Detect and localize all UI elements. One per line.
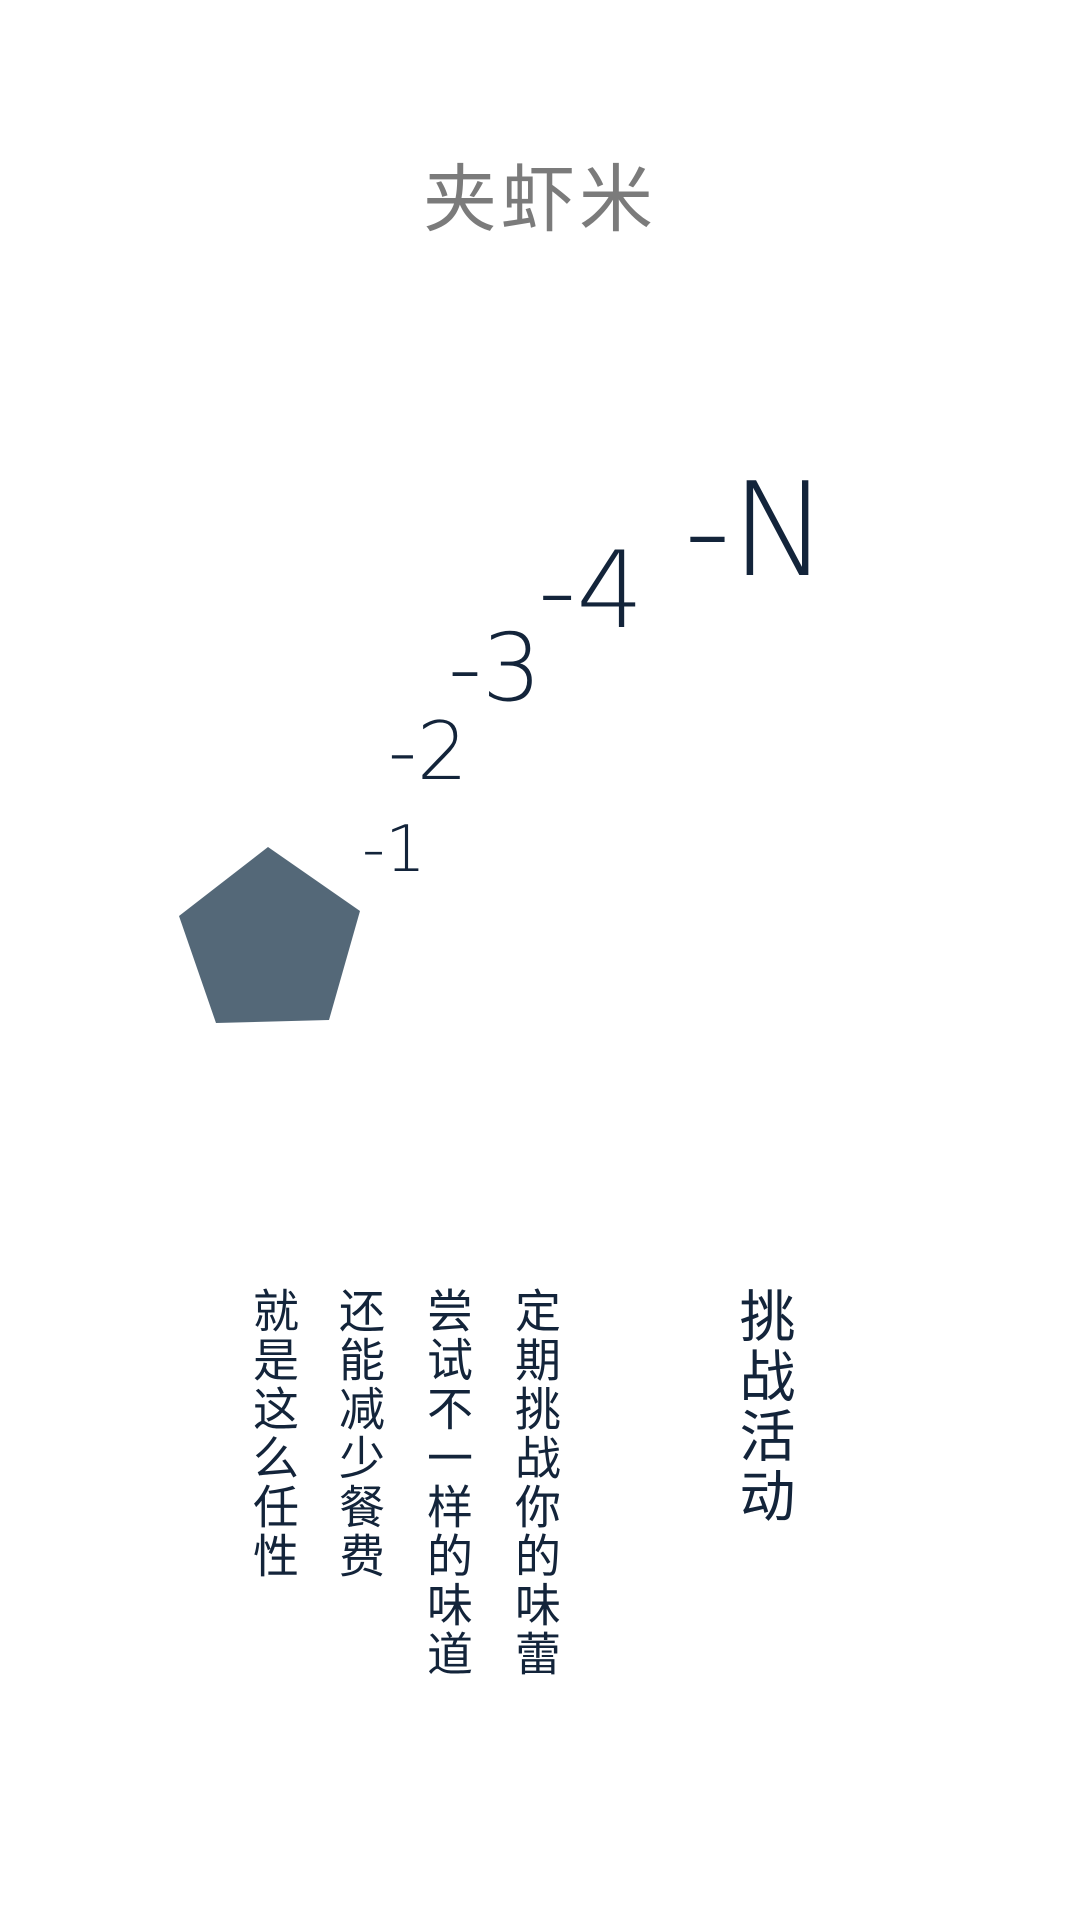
pentagon-icon [179, 847, 360, 1023]
step-label-4: -4 [538, 529, 644, 652]
step-label-1: -1 [362, 813, 426, 887]
description-line-3: 还能减少餐费 [332, 1287, 386, 1581]
app-title: 夹虾米 [423, 157, 657, 243]
step-label-3: -3 [448, 614, 542, 723]
pentagon-shape [179, 847, 360, 1023]
step-label-2: -2 [388, 705, 468, 798]
challenge-heading: 挑战活动 [730, 1287, 795, 1527]
description-line-2: 尝试不一样的味道 [420, 1287, 474, 1679]
description-line-1: 定期挑战你的味蕾 [508, 1287, 562, 1679]
step-label-n: -N [684, 454, 829, 606]
description-line-4: 就是这么任性 [246, 1287, 300, 1581]
